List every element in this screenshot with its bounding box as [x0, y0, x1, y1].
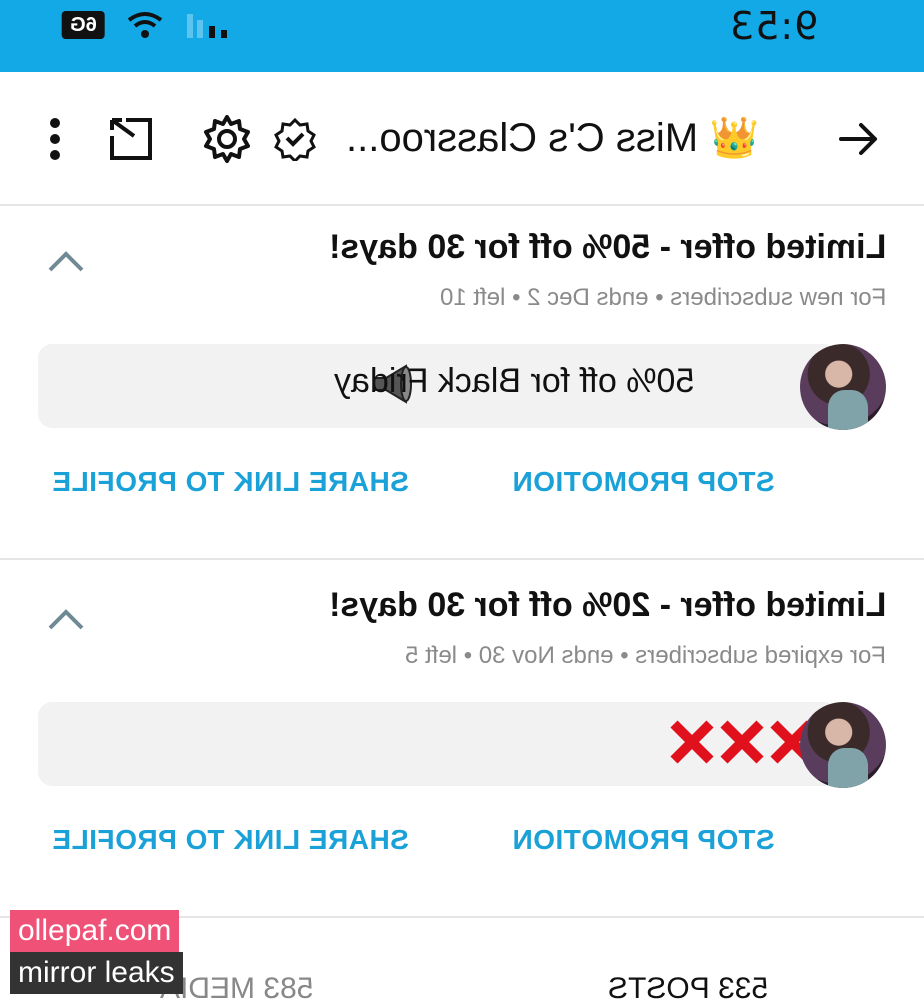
share-icon[interactable]	[106, 114, 156, 164]
promotion-card: Limited offer - 20% off for 30 days! For…	[0, 564, 924, 918]
posts-count[interactable]: 533 POSTS	[608, 972, 768, 1006]
stop-promotion-button[interactable]: STOP PROMOTION	[512, 824, 775, 856]
app-header: 👑 Miss C's Classroo...	[0, 72, 924, 206]
page-title: 👑 Miss C's Classroo...	[346, 116, 760, 160]
status-bar: 6G 9:53	[0, 0, 924, 72]
promotion-actions: SHARE LINK TO PROFILE STOP PROMOTION	[0, 824, 924, 874]
watermark-line-1: ollepaf.com	[10, 910, 180, 952]
promotion-message-box	[38, 702, 838, 786]
status-time: 9:53	[728, 4, 818, 48]
status-icons: 6G	[62, 8, 235, 42]
share-link-button[interactable]: SHARE LINK TO PROFILE	[52, 466, 409, 498]
promotion-message-box: 50% off for Black Friday	[38, 344, 838, 428]
avatar	[800, 344, 886, 430]
verified-badge-icon	[270, 114, 320, 164]
gear-icon[interactable]	[202, 114, 252, 164]
avatar	[800, 702, 886, 788]
network-badge: 6G	[62, 11, 105, 39]
media-count[interactable]: 583 MEDIA	[160, 972, 313, 1006]
promotion-card: Limited offer - 50% off for 30 days! For…	[0, 206, 924, 560]
promotion-title: Limited offer - 20% off for 30 days!	[328, 586, 886, 624]
promotion-message: 50% off for Black Friday	[333, 362, 694, 400]
signal-icon	[186, 14, 227, 38]
promotion-title: Limited offer - 50% off for 30 days!	[328, 228, 886, 266]
promotion-subtitle: For new subscribers • ends Dec 2 • left …	[439, 284, 886, 311]
x-mark-icon	[720, 720, 764, 764]
promotion-actions: SHARE LINK TO PROFILE STOP PROMOTION	[0, 466, 924, 516]
wifi-icon	[127, 12, 162, 38]
arrow-right-icon[interactable]	[834, 114, 884, 164]
chevron-up-icon[interactable]	[46, 604, 86, 634]
promotion-subtitle: For expired subscribers • ends Nov 30 • …	[404, 642, 886, 669]
x-mark-icon	[670, 720, 714, 764]
chevron-up-icon[interactable]	[46, 246, 86, 276]
watermark-line-2: mirror leaks	[10, 952, 183, 994]
share-link-button[interactable]: SHARE LINK TO PROFILE	[52, 824, 409, 856]
promotion-message	[670, 720, 814, 764]
more-vert-icon[interactable]	[30, 114, 80, 164]
stop-promotion-button[interactable]: STOP PROMOTION	[512, 466, 775, 498]
